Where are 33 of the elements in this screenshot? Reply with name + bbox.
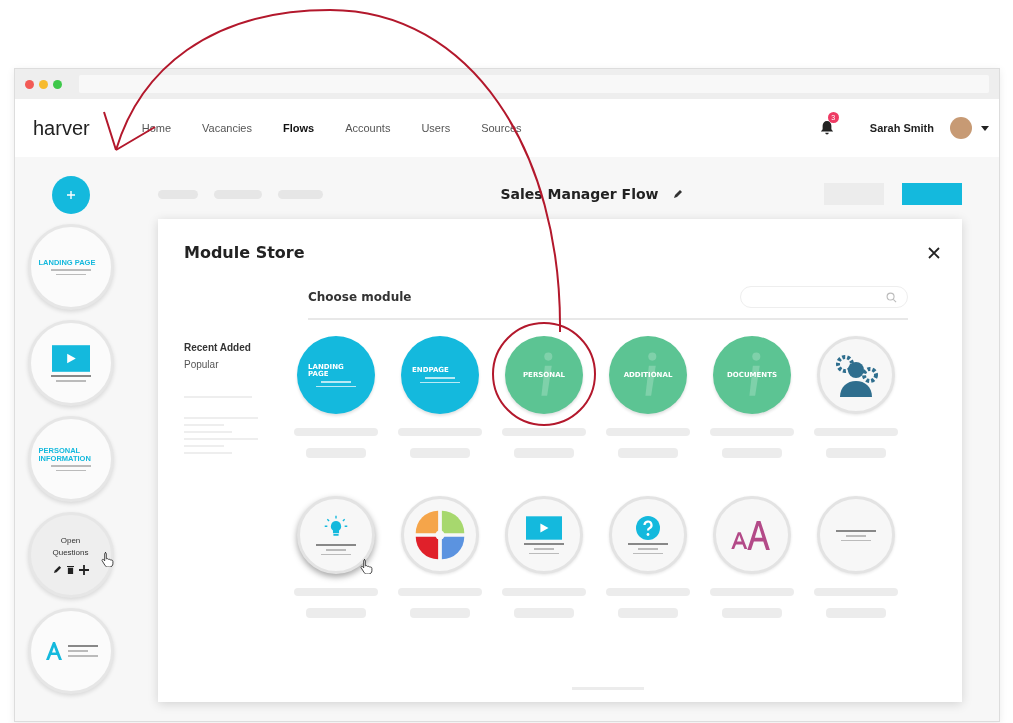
trash-icon[interactable]	[66, 565, 74, 575]
pencil-icon[interactable]	[672, 189, 683, 199]
nav-link[interactable]: Vacancies	[202, 122, 252, 134]
logo[interactable]: harver	[33, 116, 90, 140]
close-dot-icon[interactable]	[25, 79, 34, 89]
dialog-title: Module Store	[184, 243, 305, 262]
hand-cursor-icon	[360, 558, 374, 574]
caret-icon[interactable]	[981, 125, 989, 131]
maximize-dot-icon[interactable]	[53, 79, 62, 89]
add-button[interactable]	[51, 176, 90, 214]
user-name[interactable]: Sarah Smith	[869, 122, 934, 134]
video-icon	[51, 344, 90, 372]
avatar[interactable]	[950, 117, 972, 139]
search-icon	[886, 291, 897, 303]
bell-icon[interactable]	[819, 120, 834, 136]
pencil-icon[interactable]	[52, 565, 62, 575]
section-heading: Choose module	[308, 290, 412, 304]
move-icon[interactable]	[78, 564, 89, 575]
module-tile[interactable]	[297, 496, 375, 574]
close-icon[interactable]	[928, 246, 940, 259]
category-link[interactable]: Popular	[184, 359, 219, 370]
letter-a-icon	[43, 641, 64, 661]
hand-cursor-icon	[100, 551, 115, 567]
nav-link[interactable]: Flows	[283, 122, 315, 134]
nav-link[interactable]: Users	[421, 122, 451, 134]
minimize-dot-icon[interactable]	[39, 79, 48, 89]
question-icon	[636, 516, 660, 540]
flow-step[interactable]: Open Questions	[27, 512, 114, 598]
video-icon	[526, 516, 562, 540]
nav-link[interactable]: Accounts	[345, 122, 391, 134]
nav-link[interactable]: Home	[141, 122, 172, 134]
plus-icon	[65, 190, 76, 200]
category-link[interactable]: Recent Added	[184, 342, 251, 353]
